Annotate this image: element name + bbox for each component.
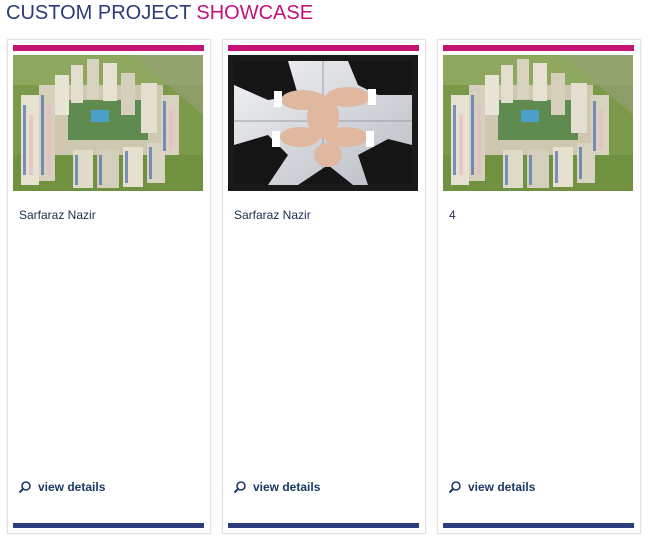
project-title: 4 [449,208,456,222]
card-top-accent-bar [228,45,419,51]
magnifier-icon [233,481,246,494]
view-details-label: view details [468,480,536,494]
project-thumbnail-building[interactable] [443,55,633,191]
view-details-link[interactable]: view details [448,480,535,494]
heading-custom-project: CUSTOM PROJECT [6,2,197,24]
project-card: Sarfaraz Nazir view details [7,39,211,534]
card-top-accent-bar [13,45,204,51]
card-top-accent-bar [443,45,634,51]
magnifier-icon [448,481,461,494]
heading-showcase: SHOWCASE [196,2,314,24]
view-details-label: view details [38,480,106,494]
project-title: Sarfaraz Nazir [19,208,96,222]
magnifier-icon [18,481,31,494]
card-bottom-accent-bar [13,523,204,528]
card-bottom-accent-bar [228,523,419,528]
page-heading: CUSTOM PROJECT SHOWCASE [6,1,313,25]
view-details-link[interactable]: view details [18,480,105,494]
project-thumbnail-building[interactable] [13,55,203,191]
project-card: Sarfaraz Nazir view details [222,39,426,534]
view-details-link[interactable]: view details [233,480,320,494]
project-card: 4 view details [437,39,641,534]
project-thumbnail-handshake[interactable] [228,55,418,191]
card-bottom-accent-bar [443,523,634,528]
view-details-label: view details [253,480,321,494]
project-title: Sarfaraz Nazir [234,208,311,222]
